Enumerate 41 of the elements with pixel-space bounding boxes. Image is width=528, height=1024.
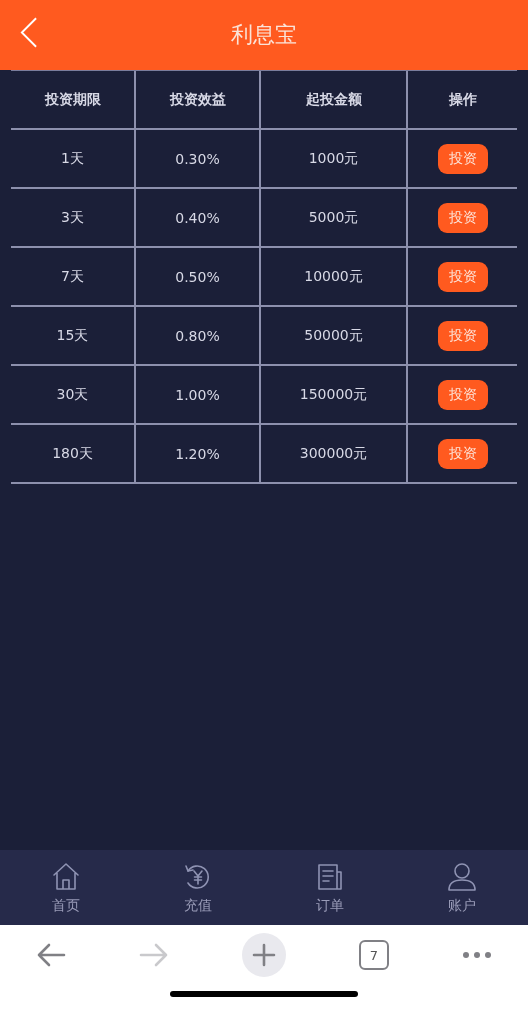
back-icon[interactable] xyxy=(19,16,38,49)
new-tab-button[interactable] xyxy=(242,933,286,977)
column-header: 操作 xyxy=(448,90,477,109)
table-cell: 1.20% xyxy=(175,445,220,462)
invest-button[interactable]: 投资 xyxy=(437,261,488,292)
person-icon[interactable] xyxy=(446,860,478,893)
invest-button[interactable]: 投资 xyxy=(437,320,488,351)
table-cell: 7天 xyxy=(61,267,84,286)
tab-label[interactable]: 账户 xyxy=(448,896,476,915)
column-header: 投资期限 xyxy=(44,90,101,109)
table-cell: 50000元 xyxy=(304,326,363,345)
tab-label[interactable]: 订单 xyxy=(316,896,344,915)
column-header: 投资效益 xyxy=(169,90,226,109)
invest-button[interactable]: 投资 xyxy=(437,379,488,410)
invest-button[interactable]: 投资 xyxy=(437,202,488,233)
table-cell: 3天 xyxy=(61,208,84,227)
invest-button[interactable]: 投资 xyxy=(437,143,488,174)
table-cell: 180天 xyxy=(52,444,93,463)
table-cell: 300000元 xyxy=(299,444,368,463)
table-cell: 0.80% xyxy=(175,327,220,344)
plus-icon[interactable] xyxy=(252,943,276,967)
more-icon[interactable] xyxy=(461,951,492,959)
table-cell: 1000元 xyxy=(308,149,359,168)
home-icon[interactable] xyxy=(50,860,82,893)
table-cell: 150000元 xyxy=(299,385,368,404)
table-cell: 0.30% xyxy=(175,150,220,167)
tab-label[interactable]: 充值 xyxy=(184,896,212,915)
table-cell: 15天 xyxy=(56,326,89,345)
column-header: 起投金额 xyxy=(305,90,362,109)
tab-label[interactable]: 首页 xyxy=(52,896,80,915)
table-cell: 1.00% xyxy=(175,386,220,403)
table-cell: 5000元 xyxy=(308,208,359,227)
table-cell: 1天 xyxy=(61,149,84,168)
table-cell: 30天 xyxy=(56,385,89,404)
left-arrow-icon[interactable] xyxy=(36,942,67,968)
tab-count-button[interactable]: 7 xyxy=(358,940,389,970)
table-cell: 0.50% xyxy=(175,268,220,285)
table-cell: 10000元 xyxy=(304,267,363,286)
invest-button[interactable]: 投资 xyxy=(437,438,488,469)
table-cell: 0.40% xyxy=(175,209,220,226)
page-title: 利息宝 xyxy=(231,21,297,49)
